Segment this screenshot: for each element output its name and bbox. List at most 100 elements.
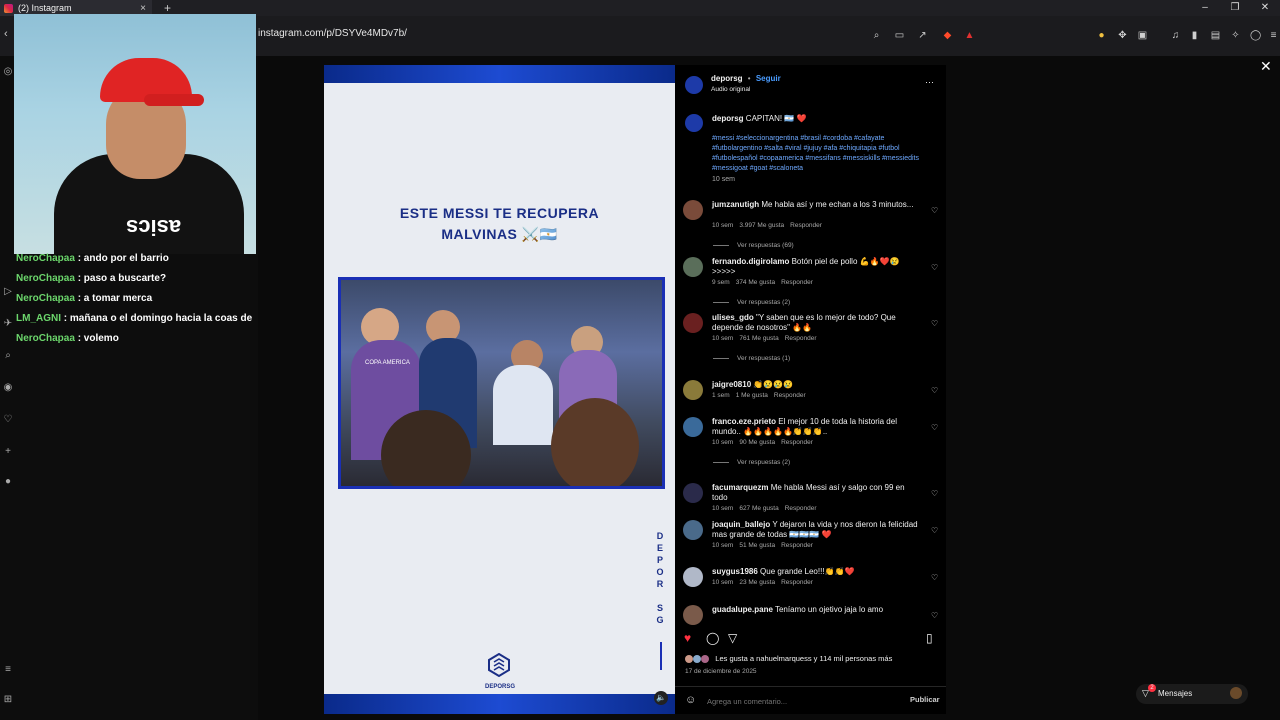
music-icon[interactable]: ♫	[1170, 30, 1181, 41]
follow-button[interactable]: Seguir	[756, 74, 781, 83]
audio-link[interactable]: Audio original	[711, 86, 750, 93]
post-title-line1: ESTE MESSI TE RECUPERA	[399, 205, 600, 221]
commenter-avatar[interactable]	[683, 520, 703, 540]
reply-button[interactable]: Responder	[781, 439, 813, 446]
comment-likes[interactable]: 761 Me gusta	[739, 335, 778, 342]
commenter-avatar[interactable]	[683, 483, 703, 503]
comment-likes[interactable]: 1 Me gusta	[736, 392, 768, 399]
like-heart-icon[interactable]: ♥	[684, 631, 691, 645]
commenter-username[interactable]: guadalupe.pane	[712, 605, 773, 614]
commenter-username[interactable]: jaigre0810	[712, 380, 751, 389]
commenter-avatar[interactable]	[683, 417, 703, 437]
commenter-avatar[interactable]	[683, 567, 703, 587]
brave-shield-icon[interactable]: ◆	[942, 30, 953, 41]
zoom-icon[interactable]: ⌕	[871, 30, 882, 41]
profile-icon[interactable]: ◯	[1250, 30, 1261, 41]
commenter-username[interactable]: ulises_gdo	[712, 313, 754, 322]
reply-button[interactable]: Responder	[774, 392, 806, 399]
reply-button[interactable]: Responder	[785, 335, 817, 342]
comment-like-icon[interactable]: ♡	[931, 573, 938, 582]
locker-room-video[interactable]: COPA AMERICA	[338, 277, 665, 489]
author-username[interactable]: deporsg	[711, 74, 743, 83]
commenter-username[interactable]: jumzanutigh	[712, 200, 759, 209]
author-avatar[interactable]	[685, 76, 703, 94]
cast-icon[interactable]: ▭	[894, 30, 905, 41]
comment-likes[interactable]: 374 Me gusta	[736, 279, 775, 286]
close-modal-icon[interactable]: ✕	[1260, 58, 1272, 75]
comment-input[interactable]	[705, 693, 899, 709]
more-nav-icon[interactable]: ≡	[2, 664, 14, 676]
commenter-avatar[interactable]	[683, 257, 703, 277]
comment-like-icon[interactable]: ♡	[931, 526, 938, 535]
commenter-username[interactable]: suygus1986	[712, 567, 758, 576]
comment-likes[interactable]: 3.997 Me gusta	[739, 222, 784, 229]
wallet-icon[interactable]: ●	[1096, 30, 1107, 41]
comment-like-icon[interactable]: ♡	[931, 489, 938, 498]
comment-likes[interactable]: 90 Me gusta	[739, 439, 775, 446]
caption-username[interactable]: deporsg	[712, 114, 744, 123]
commenter-avatar[interactable]	[683, 380, 703, 400]
reply-button[interactable]: Responder	[785, 505, 817, 512]
mute-button[interactable]: 🔈	[654, 691, 668, 705]
profile-nav-icon[interactable]: ●	[2, 476, 14, 488]
chat-message: NeroChapaa : ando por el barrio	[0, 252, 260, 272]
commenter-username[interactable]: franco.eze.prieto	[712, 417, 776, 426]
comment-icon[interactable]: ◯	[706, 631, 719, 645]
create-nav-icon[interactable]: +	[2, 446, 14, 458]
view-replies-button[interactable]: Ver respuestas (2)	[713, 459, 790, 466]
save-bookmark-icon[interactable]: ▯	[926, 631, 933, 645]
tab-close-icon[interactable]: ×	[140, 3, 146, 14]
caption-hashtags[interactable]: #messi #seleccionargentina #brasil #cord…	[712, 134, 927, 174]
comment-like-icon[interactable]: ♡	[931, 386, 938, 395]
sidebar-icon[interactable]: ▮	[1189, 30, 1200, 41]
caption-avatar[interactable]	[685, 114, 703, 132]
share-icon[interactable]: ↗	[917, 30, 928, 41]
reply-button[interactable]: Responder	[781, 542, 813, 549]
more-options-icon[interactable]: ···	[925, 77, 934, 87]
address-bar[interactable]: instagram.com/p/DSYVe4MDv7b/	[258, 28, 407, 39]
post-media[interactable]: ESTE MESSI TE RECUPERA MALVINAS ⚔️🇦🇷 COP…	[324, 65, 675, 714]
also-from-meta-icon[interactable]: ⊞	[2, 694, 14, 706]
emoji-icon[interactable]: ☺	[685, 694, 696, 706]
reply-button[interactable]: Responder	[781, 579, 813, 586]
comment-likes[interactable]: 627 Me gusta	[739, 505, 778, 512]
commenter-avatar[interactable]	[683, 200, 703, 220]
reply-button[interactable]: Responder	[790, 222, 822, 229]
explore-nav-icon[interactable]: ◉	[2, 382, 14, 394]
chat-message: NeroChapaa : a tomar merca	[0, 292, 260, 312]
view-replies-button[interactable]: Ver respuestas (69)	[713, 242, 794, 249]
minimize-button[interactable]: –	[1190, 0, 1220, 16]
comment-likes[interactable]: 23 Me gusta	[739, 579, 775, 586]
notifications-nav-icon[interactable]: ♡	[2, 414, 14, 426]
comment-body: Que grande Leo!!!👏👏❤️	[760, 567, 855, 576]
commenter-avatar[interactable]	[683, 313, 703, 333]
instagram-nav-icon[interactable]: ◎	[2, 66, 14, 78]
messages-button[interactable]: ▽ 2 Mensajes	[1136, 684, 1248, 704]
back-icon[interactable]: ‹	[4, 28, 8, 40]
share-icon[interactable]: ▽	[728, 631, 737, 645]
comment-like-icon[interactable]: ♡	[931, 423, 938, 432]
commenter-username[interactable]: facumarquezm	[712, 483, 768, 492]
publish-button[interactable]: Publicar	[910, 695, 940, 704]
commenter-username[interactable]: joaquin_ballejo	[712, 520, 770, 529]
wallet-panel-icon[interactable]: ▤	[1210, 30, 1221, 41]
view-replies-button[interactable]: Ver respuestas (1)	[713, 355, 790, 362]
rewards-icon[interactable]: ▲	[964, 30, 975, 41]
comment-like-icon[interactable]: ♡	[931, 611, 938, 620]
comment-like-icon[interactable]: ♡	[931, 263, 938, 272]
leo-icon[interactable]: ✧	[1230, 30, 1241, 41]
comment-like-icon[interactable]: ♡	[931, 206, 938, 215]
view-replies-button[interactable]: Ver respuestas (2)	[713, 299, 790, 306]
maximize-button[interactable]: ❐	[1220, 0, 1250, 16]
close-window-button[interactable]: ✕	[1250, 0, 1280, 16]
comment-like-icon[interactable]: ♡	[931, 319, 938, 328]
extensions-icon[interactable]: ✥	[1117, 30, 1128, 41]
commenter-username[interactable]: fernando.digirolamo	[712, 257, 789, 266]
likes-summary[interactable]: Les gusta a nahuelmarquess y 114 mil per…	[685, 654, 892, 664]
caption-time: 10 sem	[712, 176, 735, 183]
comment-likes[interactable]: 51 Me gusta	[739, 542, 775, 549]
menu-icon[interactable]: ≡	[1268, 30, 1279, 41]
reply-button[interactable]: Responder	[781, 279, 813, 286]
commenter-avatar[interactable]	[683, 605, 703, 625]
screenshot-icon[interactable]: ▣	[1137, 30, 1148, 41]
